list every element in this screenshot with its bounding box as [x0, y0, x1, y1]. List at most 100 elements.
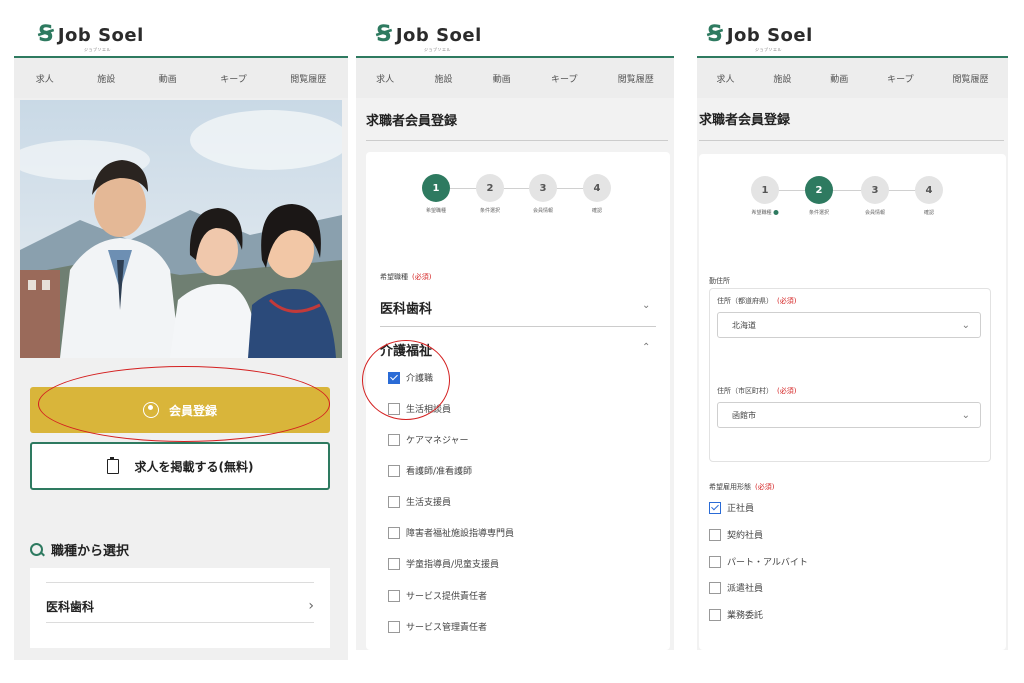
checkbox-icon	[709, 581, 721, 594]
step-3-label: 会員情報	[532, 208, 554, 214]
nav-videos[interactable]: 動画	[830, 72, 848, 85]
step-4-label: 確認	[591, 208, 603, 214]
step-4: 4	[915, 176, 943, 204]
checkbox-service-manager[interactable]: サービス管理責任者	[388, 620, 487, 633]
brand-logo[interactable]: Ꞩ Job Soel	[707, 24, 813, 46]
nav-history[interactable]: 閲覧履歴	[618, 72, 654, 85]
checkbox-label: 看護師/准看護師	[406, 467, 473, 477]
checkbox-icon	[388, 433, 400, 446]
employment-type-label: 希望雇用形態 (必須)	[709, 482, 774, 492]
nav-videos[interactable]: 動画	[493, 72, 511, 85]
brand-name: Job Soel	[395, 24, 482, 46]
nav-keep[interactable]: キープ	[551, 72, 577, 85]
checkbox-part-time[interactable]: パート・アルバイト	[709, 555, 808, 568]
brand-reading: ジョブソエル	[755, 47, 782, 52]
prefecture-select[interactable]: 北海道 ⌄	[717, 312, 981, 338]
list-item-medical-dental[interactable]: 医科歯科 ›	[46, 598, 314, 615]
clipboard-icon	[106, 456, 119, 474]
nav-facilities[interactable]: 施設	[434, 72, 452, 85]
step-1-label: 希望職種	[751, 209, 779, 216]
nav-history[interactable]: 閲覧履歴	[290, 72, 326, 85]
step-4: 4	[583, 174, 611, 202]
main-nav: 求人 施設 動画 キープ 閲覧履歴	[356, 58, 674, 98]
home-screen-panel: Ꞩ Job Soel ジョブソエル 求人 施設 動画 キープ 閲覧履歴 会員登録…	[14, 0, 348, 660]
required-mark: (必須)	[755, 483, 775, 491]
checkbox-full-time[interactable]: 正社員	[709, 501, 754, 514]
step-1-label: 希望職種	[425, 208, 447, 214]
progress-stepper: 1 2 3 4 希望職種 条件選択 会員情報 確認	[366, 174, 670, 224]
step-1: 1	[751, 176, 779, 204]
chevron-right-icon: ›	[308, 598, 314, 614]
list-item-label: 医科歯科	[46, 600, 95, 614]
prefecture-label-text: 住所（都道府県）	[717, 297, 773, 305]
checkbox-icon	[388, 495, 400, 508]
nav-history[interactable]: 閲覧履歴	[953, 72, 989, 85]
city-label: 住所（市区町村） (必須)	[717, 386, 796, 396]
checkbox-nurse[interactable]: 看護師/准看護師	[388, 464, 472, 477]
prefecture-value: 北海道	[732, 320, 756, 330]
step-2-label: 条件選択	[479, 208, 501, 214]
checkbox-label: 生活支援員	[406, 498, 452, 508]
list-divider	[46, 582, 314, 583]
checkbox-label: ケアマネジャー	[406, 436, 469, 446]
step-3: 3	[861, 176, 889, 204]
list-divider	[46, 622, 314, 623]
checkbox-dispatch[interactable]: 派遣社員	[709, 581, 763, 594]
checkbox-care-manager[interactable]: ケアマネジャー	[388, 433, 469, 446]
app-header: Ꞩ Job Soel ジョブソエル	[356, 0, 674, 58]
checkbox-label: サービス管理責任者	[406, 623, 488, 633]
main-nav: 求人 施設 動画 キープ 閲覧履歴	[14, 58, 348, 98]
checkbox-icon	[709, 608, 721, 621]
search-icon	[30, 543, 43, 556]
prefecture-label: 住所（都道府県） (必須)	[717, 296, 796, 306]
step-1-label-text: 希望職種	[751, 210, 772, 216]
step-complete-dot	[773, 210, 779, 215]
registration-card: 1 2 3 4 希望職種 条件選択 会員情報 確認 勤住所 住所（都道府県） (必…	[699, 154, 1006, 650]
brand-logo[interactable]: Ꞩ Job Soel	[38, 24, 144, 46]
checkbox-label: 契約社員	[727, 531, 764, 541]
registration-step1-panel: Ꞩ Job Soel ジョブソエル 求人 施設 動画 キープ 閲覧履歴 求職者会…	[356, 0, 674, 650]
required-mark: (必須)	[777, 297, 797, 305]
brand-reading: ジョブソエル	[84, 47, 111, 52]
checkbox-icon	[388, 557, 400, 570]
checkbox-life-support[interactable]: 生活支援員	[388, 495, 451, 508]
step-1: 1	[422, 174, 450, 202]
nav-jobs[interactable]: 求人	[36, 72, 54, 85]
field-label-text: 希望職種	[380, 273, 408, 281]
checkbox-icon	[709, 555, 721, 568]
chevron-down-icon: ⌄	[961, 320, 970, 331]
brand-logo[interactable]: Ꞩ Job Soel	[376, 24, 482, 46]
page-title: 求職者会員登録	[699, 113, 791, 128]
city-value: 函館市	[732, 410, 756, 420]
job-type-section-title: 職種から選択	[30, 540, 129, 559]
chevron-up-icon: ⌃	[642, 342, 651, 353]
accordion-divider	[380, 326, 656, 327]
stepper-line	[450, 188, 590, 189]
nav-jobs[interactable]: 求人	[716, 72, 734, 85]
checkbox-icon	[709, 528, 721, 541]
nav-jobs[interactable]: 求人	[376, 72, 394, 85]
nav-keep[interactable]: キープ	[887, 72, 913, 85]
app-header: Ꞩ Job Soel ジョブソエル	[14, 0, 348, 58]
city-select[interactable]: 函館市 ⌄	[717, 402, 981, 428]
post-job-label: 求人を掲載する(無料)	[134, 459, 254, 474]
post-job-button[interactable]: 求人を掲載する(無料)	[30, 442, 330, 490]
chevron-down-icon: ⌄	[642, 300, 651, 311]
checkbox-label: 派遣社員	[727, 584, 764, 594]
logo-icon: Ꞩ	[376, 22, 392, 47]
checkbox-label: 業務委託	[727, 611, 764, 621]
nav-videos[interactable]: 動画	[159, 72, 177, 85]
checkbox-disability-specialist[interactable]: 障害者福祉施設指導専門員	[388, 526, 514, 539]
logo-icon: Ꞩ	[38, 22, 54, 47]
checkbox-contract[interactable]: 契約社員	[709, 528, 763, 541]
page-title: 求職者会員登録	[366, 114, 458, 129]
checkbox-child-support[interactable]: 学童指導員/児童支援員	[388, 557, 499, 570]
brand-reading: ジョブソエル	[424, 47, 451, 52]
nav-facilities[interactable]: 施設	[97, 72, 115, 85]
checkbox-service-provider[interactable]: サービス提供責任者	[388, 589, 487, 602]
checkbox-outsourcing[interactable]: 業務委託	[709, 608, 763, 621]
checkbox-label: パート・アルバイト	[727, 558, 808, 568]
nav-keep[interactable]: キープ	[220, 72, 246, 85]
required-mark: (必須)	[412, 273, 432, 281]
nav-facilities[interactable]: 施設	[773, 72, 791, 85]
